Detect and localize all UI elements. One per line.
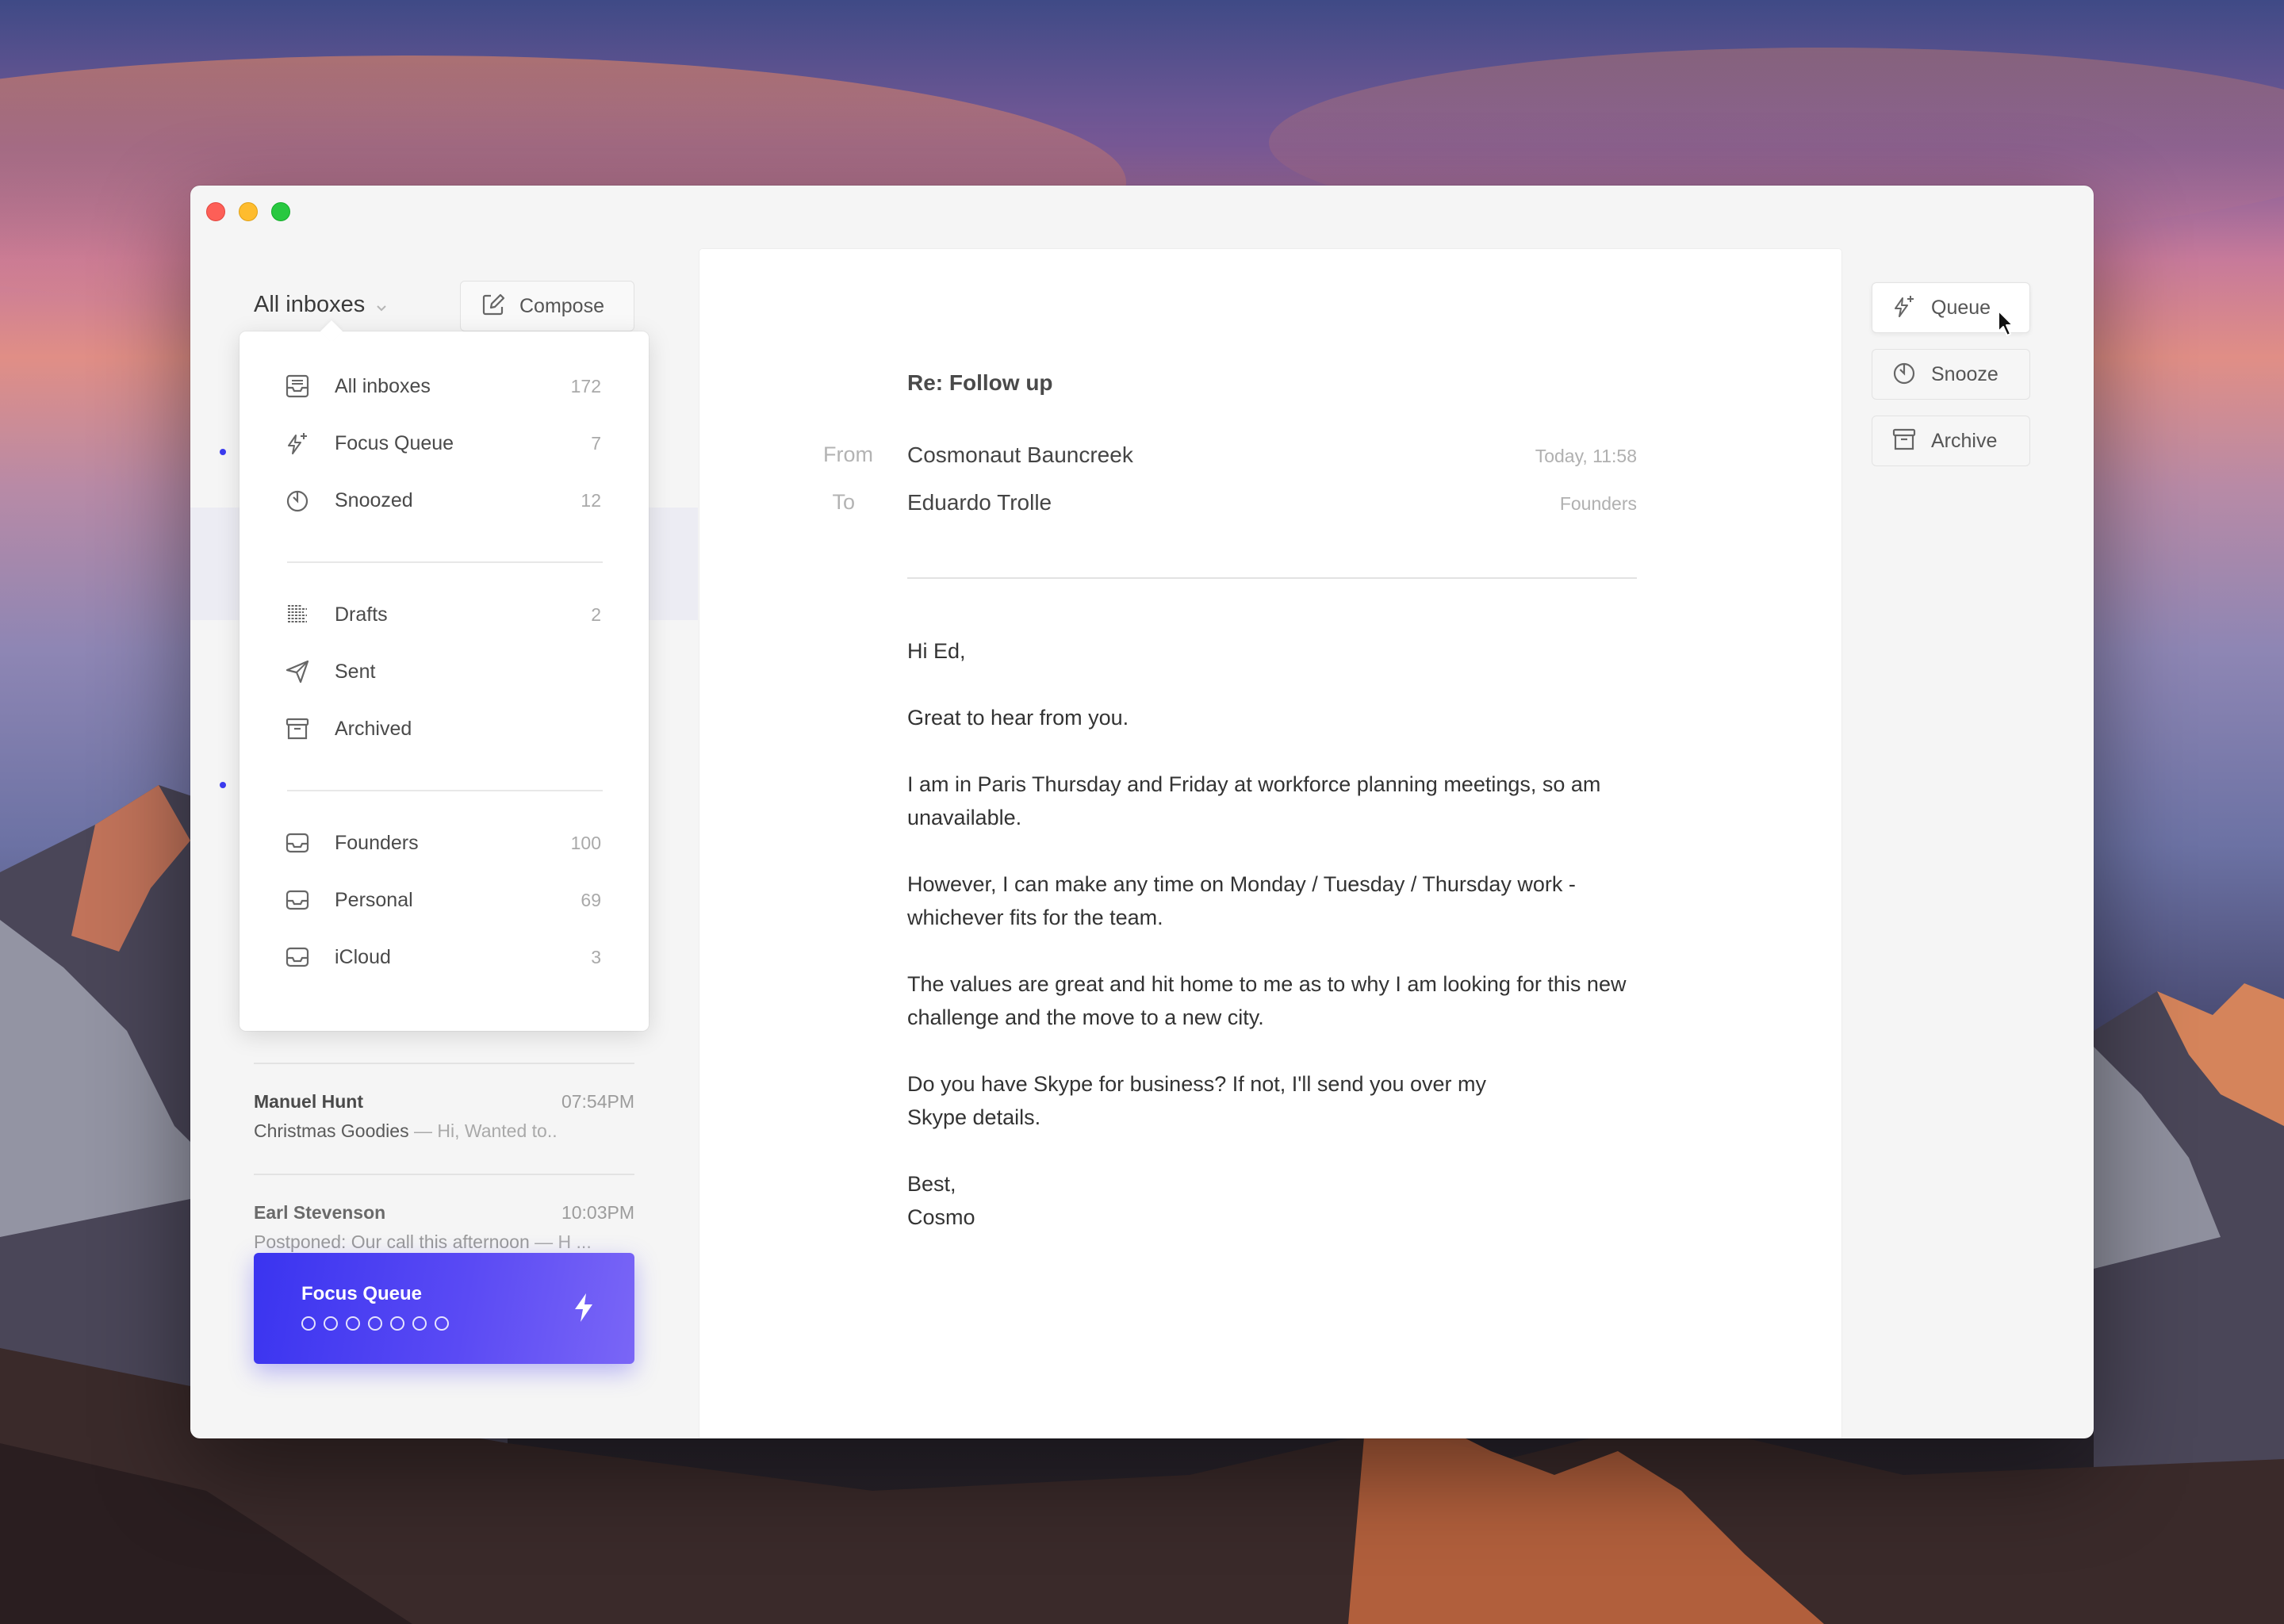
body-paragraph: The values are great and hit home to me … <box>907 972 1627 1029</box>
menu-item-count: 3 <box>591 946 601 967</box>
compose-icon <box>481 293 505 320</box>
inbox-switcher[interactable]: All inboxes <box>254 292 387 318</box>
sparkle-bolt-icon <box>1891 293 1917 323</box>
progress-dot <box>346 1316 360 1331</box>
focus-queue-progress <box>301 1316 449 1331</box>
tray-icon <box>284 944 311 971</box>
body-paragraph: Hi Ed, <box>907 639 966 663</box>
body-paragraph: However, I can make any time on Monday /… <box>907 872 1576 929</box>
focus-queue-card[interactable]: Focus Queue <box>254 1253 634 1364</box>
email-body: Hi Ed, Great to hear from you. I am in P… <box>907 634 1653 1267</box>
menu-item-label: Snoozed <box>335 488 413 511</box>
timer-icon <box>1891 360 1917 389</box>
sparkle-bolt-icon <box>284 430 311 457</box>
tray-icon <box>284 829 311 856</box>
inbox-switcher-label: All inboxes <box>254 292 366 317</box>
to-label: To <box>832 490 855 514</box>
menu-item-drafts[interactable]: Drafts 2 <box>284 595 601 634</box>
archive-button[interactable]: Archive <box>1872 416 2030 466</box>
menu-item-label: Founders <box>335 831 419 854</box>
body-paragraph: Great to hear from you. <box>907 706 1129 730</box>
list-item[interactable]: Manuel Hunt 07:54PM Christmas Goodies — … <box>254 1091 634 1142</box>
archive-icon <box>284 715 311 742</box>
compose-label: Compose <box>519 294 604 317</box>
menu-item-count: 7 <box>591 432 601 454</box>
body-paragraph: I am in Paris Thursday and Friday at wor… <box>907 772 1601 829</box>
header-separator <box>907 577 1637 579</box>
unread-indicator <box>220 449 226 455</box>
message-preview: — H ... <box>535 1231 592 1252</box>
queue-label: Queue <box>1931 296 1991 319</box>
body-paragraph: Best, <box>907 1172 956 1196</box>
message-sender: Earl Stevenson <box>254 1202 386 1223</box>
menu-separator <box>287 790 603 791</box>
list-divider <box>254 1063 634 1064</box>
progress-dot <box>390 1316 404 1331</box>
menu-item-label: iCloud <box>335 945 391 968</box>
snooze-label: Snooze <box>1931 362 1998 385</box>
message-time: 07:54PM <box>561 1091 634 1112</box>
list-item[interactable]: Earl Stevenson 10:03PM Postponed: Our ca… <box>254 1202 634 1253</box>
menu-item-label: Sent <box>335 660 376 683</box>
focus-queue-title: Focus Queue <box>301 1283 423 1304</box>
message-summary: Christmas Goodies — Hi, Wanted to.. <box>254 1120 634 1142</box>
inbox-dropdown-menu: All inboxes 172 Focus Queue 7 Snoozed 12 <box>240 331 649 1031</box>
menu-item-label: Personal <box>335 888 413 911</box>
paper-plane-icon <box>284 658 311 685</box>
menu-item-count: 2 <box>591 603 601 625</box>
menu-item-count: 100 <box>570 832 601 853</box>
menu-item-label: Archived <box>335 717 412 740</box>
snooze-button[interactable]: Snooze <box>1872 349 2030 400</box>
menu-item-focus-queue[interactable]: Focus Queue 7 <box>284 423 601 463</box>
message-subject: Christmas Goodies <box>254 1120 409 1141</box>
message-preview: — Hi, Wanted to.. <box>413 1120 558 1141</box>
compose-button[interactable]: Compose <box>460 281 634 331</box>
menu-item-label: All inboxes <box>335 374 431 397</box>
menu-item-count: 172 <box>570 375 601 396</box>
menu-item-count: 12 <box>581 489 601 511</box>
tray-icon <box>284 887 311 914</box>
message-summary: Postponed: Our call this afternoon — H .… <box>254 1231 634 1253</box>
message-list-pane: All inboxes Compose Manuel Hunt 07:54PM <box>190 186 698 1438</box>
menu-item-personal[interactable]: Personal 69 <box>284 880 601 920</box>
message-sender: Manuel Hunt <box>254 1091 363 1112</box>
menu-item-sent[interactable]: Sent <box>284 652 601 691</box>
drafts-icon <box>284 601 311 628</box>
email-timestamp: Today, 11:58 <box>1535 446 1637 466</box>
mouse-pointer-icon <box>1997 309 2016 342</box>
menu-item-icloud[interactable]: iCloud 3 <box>284 937 601 977</box>
progress-dot <box>368 1316 382 1331</box>
email-subject: Re: Follow up <box>907 370 1053 395</box>
menu-item-count: 69 <box>581 889 601 910</box>
menu-item-snoozed[interactable]: Snoozed 12 <box>284 481 601 520</box>
mail-app-window: All inboxes Compose Manuel Hunt 07:54PM <box>190 186 2094 1438</box>
to-value[interactable]: Eduardo Trolle <box>907 490 1052 515</box>
from-label: From <box>823 442 873 466</box>
list-divider <box>254 1174 634 1175</box>
menu-item-label: Focus Queue <box>335 431 454 454</box>
email-account: Founders <box>1559 493 1637 514</box>
unread-indicator <box>220 782 226 788</box>
email-reading-pane: Re: Follow up From Cosmonaut Bauncreek T… <box>699 249 1841 1438</box>
menu-item-founders[interactable]: Founders 100 <box>284 823 601 863</box>
progress-dot <box>324 1316 338 1331</box>
menu-item-archived[interactable]: Archived <box>284 709 601 749</box>
menu-separator <box>287 561 603 563</box>
progress-dot <box>301 1316 316 1331</box>
progress-dot <box>435 1316 449 1331</box>
message-subject: Postponed: Our call this afternoon <box>254 1231 530 1252</box>
body-paragraph: Do you have Skype for business? If not, … <box>907 1072 1487 1129</box>
menu-item-label: Drafts <box>335 603 388 626</box>
timer-icon <box>284 487 311 514</box>
archive-icon <box>1891 427 1917 456</box>
message-time: 10:03PM <box>561 1202 634 1223</box>
body-paragraph: Cosmo <box>907 1205 975 1229</box>
menu-item-all-inboxes[interactable]: All inboxes 172 <box>284 366 601 406</box>
archive-label: Archive <box>1931 429 1998 452</box>
bolt-icon <box>573 1293 595 1327</box>
inbox-icon <box>284 373 311 400</box>
from-value[interactable]: Cosmonaut Bauncreek <box>907 442 1133 468</box>
progress-dot <box>412 1316 427 1331</box>
chevron-down-icon <box>376 301 387 311</box>
